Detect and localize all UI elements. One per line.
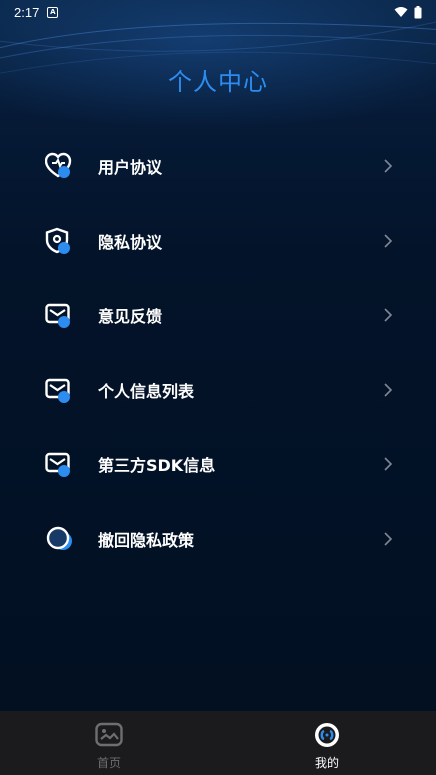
tab-label: 首页 [96, 756, 121, 770]
battery-icon [414, 5, 422, 18]
settings-menu: 用户协议 隐私协议 意见反馈 个人信息列表 第三方SDK信息 撤回隐私政策 [0, 129, 436, 576]
chevron-right-icon [384, 159, 393, 173]
menu-item-personal-info-list[interactable]: 个人信息列表 [0, 353, 436, 428]
mail-icon [45, 378, 70, 403]
menu-item-label: 撤回隐私政策 [98, 530, 195, 550]
page-title: 个人中心 [168, 68, 268, 96]
bottom-tab-bar: 首页 我的 [0, 711, 436, 775]
tab-home[interactable]: 首页 [0, 711, 218, 775]
home-image-icon [95, 722, 123, 747]
chevron-right-icon [384, 532, 393, 546]
profile-icon [315, 723, 339, 747]
chevron-right-icon [384, 457, 393, 471]
menu-item-privacy-agreement[interactable]: 隐私协议 [0, 204, 436, 279]
menu-item-label: 第三方SDK信息 [98, 456, 216, 476]
chevron-right-icon [384, 308, 393, 322]
circle-icon [46, 526, 72, 550]
menu-item-revoke-privacy[interactable]: 撤回隐私政策 [0, 502, 436, 577]
wifi-icon [394, 7, 408, 17]
menu-item-label: 意见反馈 [98, 307, 163, 327]
app-screen: 2:17 A 个人中心 用户协议 隐私协议 意见反馈 个人信息列表 第三方SDK… [0, 0, 436, 775]
a-badge-icon: A [47, 6, 59, 18]
status-icons [394, 5, 422, 19]
shield-icon [45, 227, 70, 254]
menu-item-label: 个人信息列表 [98, 381, 195, 401]
menu-item-user-agreement[interactable]: 用户协议 [0, 129, 436, 204]
status-bar: 2:17 A [0, 0, 436, 24]
status-time: 2:17 [14, 4, 40, 20]
chevron-right-icon [384, 383, 393, 397]
mail-icon [45, 452, 70, 477]
menu-item-third-party-sdk[interactable]: 第三方SDK信息 [0, 427, 436, 502]
tab-mine[interactable]: 我的 [218, 711, 436, 775]
heart-shield-icon [45, 152, 72, 178]
mail-icon [45, 303, 70, 328]
tab-label: 我的 [314, 756, 339, 770]
menu-item-feedback[interactable]: 意见反馈 [0, 278, 436, 353]
menu-item-label: 隐私协议 [98, 232, 163, 252]
chevron-right-icon [384, 234, 393, 248]
menu-item-label: 用户协议 [98, 158, 163, 178]
